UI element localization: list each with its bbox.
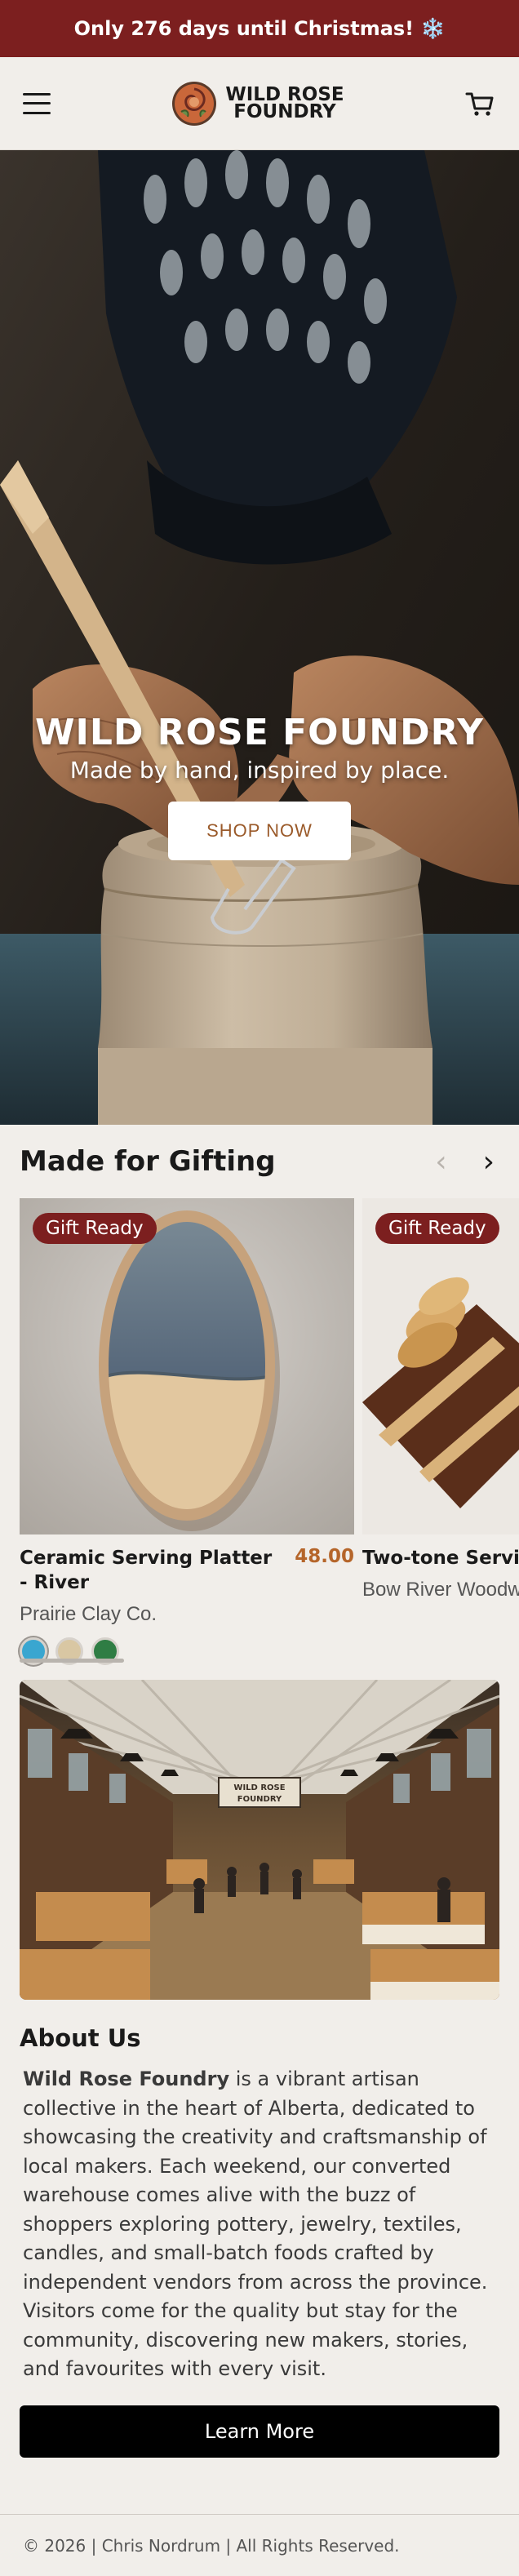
learn-more-button[interactable]: Learn More	[20, 2405, 499, 2458]
logo[interactable]: WILD ROSE FOUNDRY	[170, 79, 344, 128]
product-image[interactable]: Gift Ready	[362, 1198, 519, 1534]
about-body: is a vibrant artisan collective in the h…	[23, 2067, 488, 2380]
product-name[interactable]: Ceramic Serving Platter - River	[20, 1546, 273, 1595]
site-header: WILD ROSE FOUNDRY	[0, 57, 519, 150]
product-carousel: Gift Ready Ceramic Serving Platter - Riv…	[0, 1198, 519, 1672]
hero-title: WILD ROSE FOUNDRY	[34, 712, 484, 753]
platter-image	[20, 1198, 354, 1534]
product-price: 48.00	[295, 1546, 354, 1567]
hero-banner: WILD ROSE FOUNDRY Made by hand, inspired…	[0, 150, 519, 1125]
gift-ready-badge: Gift Ready	[375, 1213, 499, 1244]
menu-icon[interactable]	[23, 92, 51, 114]
carousel-progress	[20, 1659, 124, 1663]
product-vendor[interactable]: Bow River Woodworks	[362, 1579, 519, 1601]
gifting-title: Made for Gifting	[20, 1145, 276, 1178]
product-card[interactable]: Gift Ready Two-tone Serving Board Bow Ri…	[362, 1198, 519, 1601]
footer: © 2026 | Chris Nordrum | All Rights Rese…	[0, 2514, 519, 2576]
carousel-prev-icon[interactable]: ‹	[435, 1145, 446, 1179]
hero-subtitle: Made by hand, inspired by place.	[69, 757, 450, 784]
announcement-bar: Only 276 days until Christmas! ❄️	[0, 0, 519, 57]
product-image[interactable]: Gift Ready	[20, 1198, 354, 1534]
hero-image	[0, 150, 519, 1125]
about-title: About Us	[20, 2024, 141, 2052]
hero-content: WILD ROSE FOUNDRY Made by hand, inspired…	[0, 712, 519, 860]
shop-now-button[interactable]: SHOP NOW	[168, 802, 351, 860]
logo-line2: FOUNDRY	[233, 100, 336, 122]
gifting-header: Made for Gifting ‹ ›	[0, 1125, 519, 1198]
market-sign-line2: FOUNDRY	[237, 1795, 282, 1804]
product-vendor[interactable]: Prairie Clay Co.	[20, 1603, 354, 1626]
footer-text: © 2026 | Chris Nordrum | All Rights Rese…	[23, 2535, 400, 2556]
gift-ready-badge: Gift Ready	[33, 1213, 157, 1244]
warehouse-image: WILD ROSE FOUNDRY	[20, 1680, 499, 2000]
rose-logo-icon	[172, 81, 217, 126]
product-card[interactable]: Gift Ready Ceramic Serving Platter - Riv…	[20, 1198, 354, 1665]
market-sign-line1: WILD ROSE	[233, 1783, 285, 1792]
product-name[interactable]: Two-tone Serving Board	[362, 1546, 519, 1570]
cart-icon[interactable]	[464, 87, 496, 120]
board-image	[362, 1198, 519, 1534]
about-brand: Wild Rose Foundry	[23, 2067, 230, 2090]
carousel-next-icon[interactable]: ›	[483, 1145, 495, 1179]
market-image: WILD ROSE FOUNDRY	[20, 1680, 499, 2000]
announcement-text: Only 276 days until Christmas! ❄️	[73, 17, 446, 40]
about-text: Wild Rose Foundry is a vibrant artisan c…	[23, 2065, 496, 2384]
